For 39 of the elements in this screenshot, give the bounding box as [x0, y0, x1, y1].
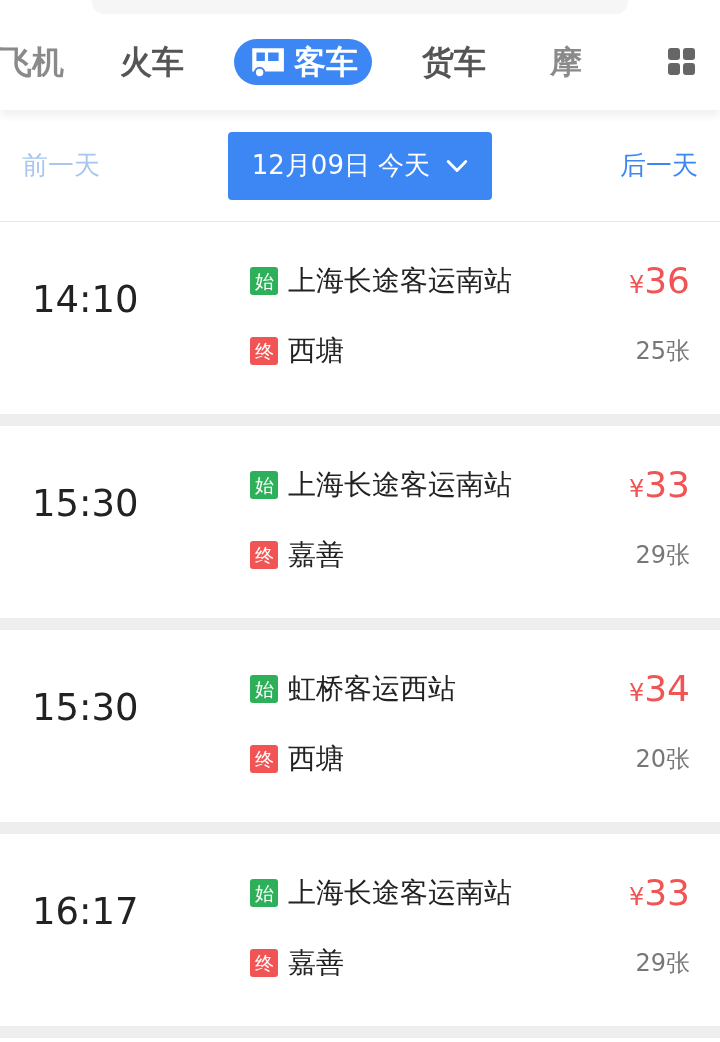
station-tag: 终 [250, 745, 278, 773]
station-name: 嘉善 [288, 537, 344, 573]
station-name: 上海长途客运南站 [288, 467, 512, 503]
trip-card[interactable]: 15:30 始 虹桥客运西站 ¥34 终 西塘 20张 [0, 630, 720, 834]
station-tag: 始 [250, 879, 278, 907]
station-name: 上海长途客运南站 [288, 875, 512, 911]
departure-time: 14:10 [32, 277, 140, 323]
station-name: 上海长途客运南站 [288, 263, 512, 299]
date-dropdown[interactable]: 12月09日 今天 [227, 131, 493, 200]
departure-time: 16:17 [32, 889, 140, 935]
station-name: 西塘 [288, 333, 344, 369]
ticket-price: ¥33 [628, 463, 690, 507]
trip-card[interactable]: 16:17 始 上海长途客运南站 ¥33 终 嘉善 29张 [0, 834, 720, 1038]
trip-card[interactable]: 14:10 始 上海长途客运南站 ¥36 终 西塘 25张 [0, 222, 720, 426]
station-tag: 始 [250, 471, 278, 499]
seats-left: 29张 [635, 948, 690, 979]
station-name: 虹桥客运西站 [288, 671, 456, 707]
chevron-down-icon [446, 158, 469, 173]
station-tag: 始 [250, 675, 278, 703]
departure-time: 15:30 [32, 481, 140, 527]
seats-left: 25张 [635, 336, 690, 367]
category-tab[interactable]: 货车 [408, 38, 500, 86]
seats-left: 29张 [635, 540, 690, 571]
category-tab[interactable]: 客车 [234, 38, 372, 86]
trip-card[interactable]: 15:30 始 上海长途客运南站 ¥33 终 嘉善 29张 [0, 426, 720, 630]
grid-menu-icon[interactable] [668, 48, 696, 76]
station-name: 嘉善 [288, 945, 344, 981]
ticket-price: ¥36 [628, 259, 690, 303]
next-day-button[interactable]: 后一天 [614, 145, 704, 186]
seats-left: 20张 [635, 744, 690, 775]
station-tag: 终 [250, 541, 278, 569]
ticket-price: ¥34 [628, 667, 690, 711]
ticket-price: ¥33 [628, 871, 690, 915]
station-tag: 终 [250, 949, 278, 977]
station-tag: 始 [250, 267, 278, 295]
station-name: 西塘 [288, 741, 344, 777]
station-tag: 终 [250, 337, 278, 365]
departure-time: 15:30 [32, 685, 140, 731]
category-tab[interactable]: 火车 [106, 38, 198, 86]
